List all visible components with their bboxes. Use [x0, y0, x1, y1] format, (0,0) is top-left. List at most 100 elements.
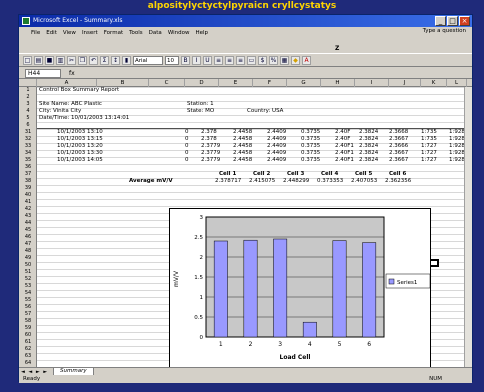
- row-header[interactable]: 35: [19, 157, 37, 163]
- station-cell[interactable]: Station: 1: [187, 101, 214, 107]
- avg-value[interactable]: 2.415075: [249, 178, 275, 184]
- data-cell[interactable]: 2.3667: [389, 150, 408, 156]
- bar-1[interactable]: [213, 240, 228, 338]
- bold-icon[interactable]: B: [181, 55, 190, 65]
- ask-question-box[interactable]: Type a question: [423, 28, 466, 34]
- data-cell[interactable]: 2.378: [201, 136, 217, 142]
- col-header-l[interactable]: L: [447, 79, 467, 87]
- row-header[interactable]: 57: [19, 311, 37, 317]
- col-header-h[interactable]: H: [321, 79, 355, 87]
- align-left-icon[interactable]: ≡: [214, 55, 223, 65]
- row-header[interactable]: 36: [19, 164, 37, 170]
- menu-format[interactable]: Format: [104, 30, 123, 36]
- fx-icon[interactable]: fx: [69, 70, 75, 77]
- font-size-select[interactable]: 10: [165, 55, 179, 65]
- row-header[interactable]: 61: [19, 339, 37, 345]
- row-header[interactable]: 3: [19, 101, 37, 107]
- state-cell[interactable]: State: MO: [187, 108, 214, 114]
- avg-value[interactable]: 2.378717: [215, 178, 241, 184]
- borders-icon[interactable]: ▦: [280, 55, 289, 65]
- data-cell[interactable]: 2.4458: [233, 143, 252, 149]
- col-header-e[interactable]: E: [219, 79, 253, 87]
- row-header[interactable]: 63: [19, 353, 37, 359]
- bar-6[interactable]: [362, 242, 377, 338]
- data-cell[interactable]: 1:735: [421, 129, 437, 135]
- row-header[interactable]: 43: [19, 213, 37, 219]
- data-cell[interactable]: 10/1/2003 13:20: [57, 143, 103, 149]
- data-cell[interactable]: 1:928: [449, 157, 465, 163]
- copy-icon[interactable]: ❐: [78, 55, 87, 65]
- col-header-j[interactable]: J: [389, 79, 421, 87]
- col-header-d[interactable]: D: [185, 79, 219, 87]
- data-cell[interactable]: 2.3824: [359, 129, 378, 135]
- row-header[interactable]: 33: [19, 143, 37, 149]
- col-header-g[interactable]: G: [287, 79, 321, 87]
- menu-insert[interactable]: Insert: [82, 30, 98, 36]
- cut-icon[interactable]: ✂: [67, 55, 76, 65]
- row-header[interactable]: 54: [19, 290, 37, 296]
- col-header-i[interactable]: I: [355, 79, 389, 87]
- save-icon[interactable]: ■: [45, 55, 54, 65]
- bar-3[interactable]: [273, 238, 288, 338]
- data-cell[interactable]: 2.3779: [201, 150, 220, 156]
- data-cell[interactable]: 2.3666: [389, 143, 408, 149]
- menu-help[interactable]: Help: [196, 30, 209, 36]
- bar-chart[interactable]: 0 0.5 1 1.5 2 2.5 3 1 2 3 4 5 6 mV/V Load Cell Seri…: [169, 208, 431, 374]
- align-center-icon[interactable]: ≡: [225, 55, 234, 65]
- row-header[interactable]: 60: [19, 332, 37, 338]
- data-cell[interactable]: 1:928: [449, 129, 465, 135]
- fill-color-icon[interactable]: ◆: [291, 55, 300, 65]
- avg-header[interactable]: Cell 5: [355, 171, 372, 177]
- menu-file[interactable]: File: [31, 30, 40, 36]
- row-header[interactable]: 6: [19, 122, 37, 128]
- row-header[interactable]: 58: [19, 318, 37, 324]
- avg-header[interactable]: Cell 3: [287, 171, 304, 177]
- data-cell[interactable]: 1:735: [421, 136, 437, 142]
- menu-data[interactable]: Data: [149, 30, 162, 36]
- sort-icon[interactable]: ↕: [111, 55, 120, 65]
- data-cell[interactable]: 2.4409: [267, 150, 286, 156]
- data-cell[interactable]: 2.4409: [267, 129, 286, 135]
- data-cell[interactable]: 2.3667: [389, 157, 408, 163]
- avg-value[interactable]: 2.362356: [385, 178, 411, 184]
- data-cell[interactable]: 2.4409: [267, 136, 286, 142]
- data-cell[interactable]: 10/1/2003 13:30: [57, 150, 103, 156]
- country-cell[interactable]: Country: USA: [247, 108, 283, 114]
- font-name-select[interactable]: Arial: [133, 55, 163, 65]
- col-header-f[interactable]: F: [253, 79, 287, 87]
- data-cell[interactable]: 0.3735: [301, 143, 320, 149]
- select-all-corner[interactable]: [19, 79, 37, 87]
- menu-view[interactable]: View: [63, 30, 76, 36]
- row-header[interactable]: 38: [19, 178, 37, 184]
- data-cell[interactable]: 10/1/2003 13:10: [57, 129, 103, 135]
- close-button[interactable]: ×: [459, 16, 470, 26]
- row-header[interactable]: 37: [19, 171, 37, 177]
- bar-2[interactable]: [243, 239, 258, 338]
- currency-icon[interactable]: $: [258, 55, 267, 65]
- avg-value[interactable]: 2.407053: [351, 178, 377, 184]
- row-header[interactable]: 59: [19, 325, 37, 331]
- row-header[interactable]: 55: [19, 297, 37, 303]
- row-header[interactable]: 40: [19, 192, 37, 198]
- data-cell[interactable]: 10/1/2003 13:15: [57, 136, 103, 142]
- vertical-scrollbar[interactable]: [464, 87, 472, 367]
- data-cell[interactable]: 0.3735: [301, 150, 320, 156]
- row-header[interactable]: 39: [19, 185, 37, 191]
- row-header[interactable]: 34: [19, 150, 37, 156]
- row-header[interactable]: 53: [19, 283, 37, 289]
- menu-tools[interactable]: Tools: [129, 30, 143, 36]
- data-cell[interactable]: 2.378: [201, 129, 217, 135]
- col-header-b[interactable]: B: [97, 79, 149, 87]
- row-header[interactable]: 64: [19, 360, 37, 366]
- row-header[interactable]: 2: [19, 94, 37, 100]
- data-cell[interactable]: 0: [185, 136, 189, 142]
- chart-wizard-icon[interactable]: ▮: [122, 55, 131, 65]
- open-icon[interactable]: ▤: [34, 55, 43, 65]
- row-header[interactable]: 31: [19, 129, 37, 135]
- data-cell[interactable]: 2.3779: [201, 157, 220, 163]
- row-header[interactable]: 46: [19, 234, 37, 240]
- menu-edit[interactable]: Edit: [46, 30, 57, 36]
- undo-icon[interactable]: ↶: [89, 55, 98, 65]
- row-header[interactable]: 44: [19, 220, 37, 226]
- data-cell[interactable]: 2.4458: [233, 150, 252, 156]
